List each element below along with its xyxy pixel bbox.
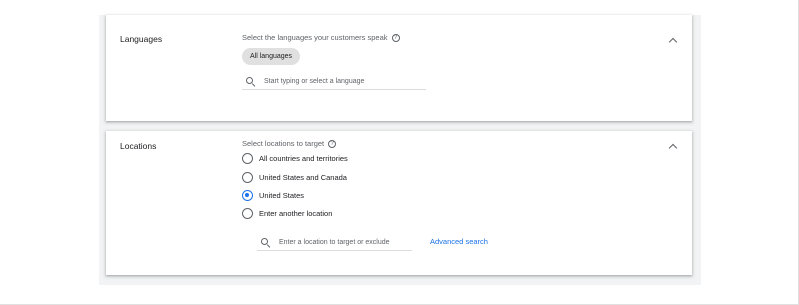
languages-prompt: Select the languages your customers spea… — [242, 33, 400, 42]
collapse-chevron-icon[interactable] — [668, 143, 678, 153]
location-option-label: Enter another location — [259, 209, 333, 218]
location-option-us-canada[interactable]: United States and Canada — [242, 172, 347, 183]
settings-panel: Languages Select the languages your cust… — [99, 15, 701, 285]
locations-title: Locations — [120, 141, 157, 151]
locations-card: Locations Select locations to target ? A… — [106, 131, 692, 275]
help-icon[interactable]: ? — [391, 33, 400, 42]
all-languages-chip[interactable]: All languages — [242, 48, 301, 65]
languages-card: Languages Select the languages your cust… — [106, 15, 692, 121]
radio-button[interactable] — [242, 208, 253, 219]
location-option-all-countries[interactable]: All countries and territories — [242, 153, 348, 164]
language-search-input[interactable]: Start typing or select a language — [264, 78, 364, 85]
location-search-input[interactable]: Enter a location to target or exclude — [279, 239, 390, 246]
location-option-another[interactable]: Enter another location — [242, 208, 332, 219]
search-icon — [246, 76, 256, 87]
advanced-search-link[interactable]: Advanced search — [430, 237, 488, 246]
radio-button[interactable] — [242, 153, 253, 164]
location-search-field[interactable]: Enter a location to target or exclude — [257, 235, 412, 251]
language-search-field[interactable]: Start typing or select a language — [242, 74, 426, 90]
radio-button[interactable] — [242, 172, 253, 183]
location-option-label: United States and Canada — [259, 173, 347, 182]
location-option-label: All countries and territories — [259, 154, 348, 163]
languages-title: Languages — [120, 34, 163, 44]
search-icon — [261, 237, 271, 248]
help-icon[interactable]: ? — [328, 139, 337, 148]
location-option-united-states[interactable]: United States — [242, 190, 304, 201]
collapse-chevron-icon[interactable] — [668, 37, 678, 47]
location-option-label: United States — [259, 191, 305, 200]
languages-prompt-text: Select the languages your customers spea… — [242, 33, 388, 42]
locations-prompt: Select locations to target ? — [242, 139, 337, 148]
locations-prompt-text: Select locations to target — [242, 139, 325, 148]
radio-button-selected[interactable] — [242, 190, 253, 201]
